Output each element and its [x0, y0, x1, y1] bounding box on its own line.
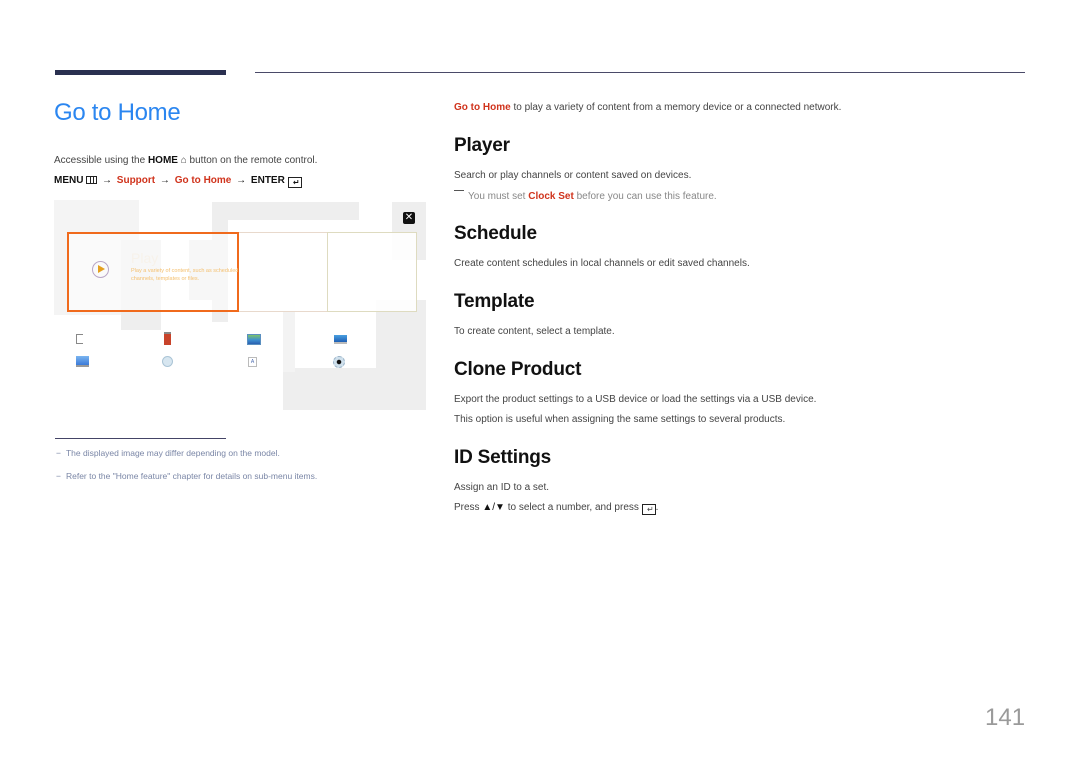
- menu-icon: [86, 176, 98, 184]
- clone-text-2: This option is useful when assigning the…: [454, 414, 786, 425]
- tile-title: Play: [131, 250, 159, 266]
- player-text: Search or play channels or content saved…: [454, 170, 692, 181]
- intro-paragraph: Go to Home to play a variety of content …: [454, 102, 841, 113]
- home-key-label: HOME: [147, 155, 178, 166]
- intro-highlight: Go to Home: [454, 102, 511, 113]
- bg-panel: [212, 202, 359, 220]
- arrow: →: [236, 175, 247, 186]
- access-suffix: button on the remote control.: [186, 155, 318, 166]
- heading-clone-product: Clone Product: [454, 359, 582, 380]
- enter-icon: ↵: [287, 177, 302, 188]
- template-text: To create content, select a template.: [454, 326, 615, 337]
- bg-panel: [283, 368, 426, 410]
- intro-text: to play a variety of content from a memo…: [510, 102, 842, 113]
- footnote-1: − The displayed image may differ dependin…: [56, 448, 280, 458]
- bg-panel: [283, 312, 295, 372]
- tile-description: Play a variety of content, such as sched…: [131, 268, 239, 282]
- enter-icon: ↵: [641, 504, 656, 515]
- player-note: You must set Clock Set before you can us…: [454, 190, 717, 202]
- clone-icon[interactable]: [164, 332, 171, 345]
- enter-label: ENTER: [250, 175, 285, 186]
- laptop-icon[interactable]: [334, 335, 347, 344]
- tile-schedule[interactable]: [239, 232, 328, 312]
- usb-icon[interactable]: [76, 334, 83, 344]
- access-prefix: Accessible using the: [54, 155, 148, 166]
- note-highlight-clock-set: Clock Set: [528, 191, 574, 202]
- menu-path: MENU → Support → Go to Home → ENTER ↵: [54, 175, 302, 188]
- up-down-arrows-icon: ▲/▼: [482, 502, 505, 513]
- heading-schedule: Schedule: [454, 223, 537, 244]
- clone-text-1: Export the product settings to a USB dev…: [454, 394, 817, 405]
- home-screen-preview: ✕ Play Play a variety of content, such a…: [54, 200, 426, 412]
- monitor-icon[interactable]: [76, 356, 89, 367]
- id-text-1: Assign an ID to a set.: [454, 482, 550, 493]
- id-text-middle: to select a number, and press: [504, 502, 642, 513]
- footnote-dash: −: [56, 471, 61, 481]
- menu-step-go-to-home: Go to Home: [174, 175, 232, 186]
- page-number: 141: [985, 704, 1026, 731]
- tile-template[interactable]: [327, 232, 417, 312]
- arrow: →: [159, 175, 170, 186]
- note-suffix: before you can use this feature.: [573, 191, 717, 202]
- arrow: →: [102, 175, 113, 186]
- footnote-2: − Refer to the "Home feature" chapter for…: [56, 471, 317, 481]
- play-icon: [92, 261, 109, 278]
- footnote-divider: [55, 438, 226, 439]
- id-text-prefix: Press: [454, 502, 483, 513]
- menu-label: MENU: [54, 175, 84, 186]
- heading-template: Template: [454, 291, 535, 312]
- id-text-suffix: .: [655, 502, 659, 513]
- footnote-dash: −: [56, 448, 61, 458]
- header-bar-thick: [55, 70, 226, 75]
- note-dash: [454, 190, 464, 191]
- schedule-text: Create content schedules in local channe…: [454, 258, 750, 269]
- clock-icon[interactable]: [162, 356, 173, 367]
- heading-player: Player: [454, 135, 510, 156]
- template-icon[interactable]: [247, 334, 261, 345]
- close-button[interactable]: ✕: [403, 212, 415, 224]
- access-instruction: Accessible using the HOME ⌂ button on th…: [54, 155, 317, 166]
- tile-play[interactable]: Play Play a variety of content, such as …: [67, 232, 239, 312]
- header-rule: [255, 72, 1025, 73]
- page-title: Go to Home: [54, 99, 181, 126]
- menu-step-support: Support: [116, 175, 156, 186]
- id-text-2: Press ▲/▼ to select a number, and press …: [454, 502, 658, 515]
- settings-icon[interactable]: [333, 356, 345, 368]
- footnote-text: The displayed image may differ depending…: [65, 448, 280, 458]
- text-icon[interactable]: A: [248, 357, 257, 367]
- footnote-text: Refer to the "Home feature" chapter for …: [65, 471, 318, 481]
- note-prefix: You must set: [468, 191, 529, 202]
- heading-id-settings: ID Settings: [454, 447, 552, 468]
